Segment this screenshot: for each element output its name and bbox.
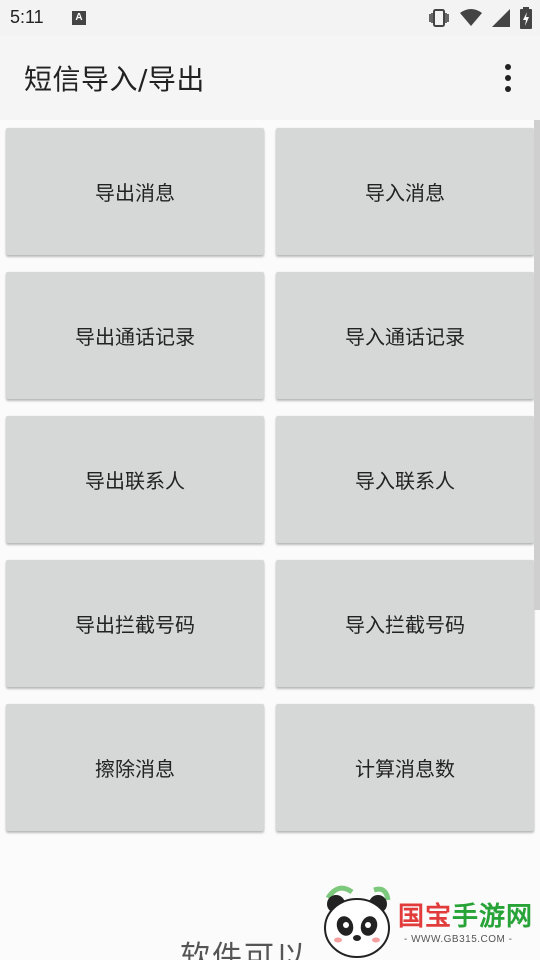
export-blocked-numbers-button[interactable]: 导出拦截号码: [6, 560, 264, 687]
page-title: 短信导入/导出: [24, 63, 205, 96]
scrollbar[interactable]: [534, 120, 540, 610]
wifi-icon: [460, 9, 482, 26]
watermark-brand-part1: 国宝: [398, 902, 453, 932]
export-messages-button[interactable]: 导出消息: [6, 128, 264, 255]
vibrate-icon: [429, 9, 449, 27]
watermark-logo: 国宝手游网 - WWW.GB315.COM -: [318, 884, 540, 960]
footer-text: 软件可以: [180, 940, 308, 960]
app-bar: 短信导入/导出: [0, 36, 540, 120]
signal-icon: [492, 9, 510, 27]
import-call-log-button[interactable]: 导入通话记录: [276, 272, 534, 399]
import-contacts-button[interactable]: 导入联系人: [276, 416, 534, 543]
export-contacts-button[interactable]: 导出联系人: [6, 416, 264, 543]
erase-messages-button[interactable]: 擦除消息: [6, 704, 264, 831]
watermark-brand: 国宝手游网: [398, 896, 533, 933]
import-blocked-numbers-button[interactable]: 导入拦截号码: [276, 560, 534, 687]
battery-icon: [520, 7, 532, 29]
watermark-url: - WWW.GB315.COM -: [404, 934, 513, 945]
status-icons: [428, 6, 532, 30]
watermark-brand-part2: 手游网: [452, 902, 534, 932]
count-messages-button[interactable]: 计算消息数: [276, 704, 534, 831]
main-content[interactable]: 导出消息 导入消息 导出通话记录 导入通话记录 导出联系人 导入联系人 导出拦截…: [0, 120, 540, 960]
import-messages-button[interactable]: 导入消息: [276, 128, 534, 255]
export-call-log-button[interactable]: 导出通话记录: [6, 272, 264, 399]
action-button-grid: 导出消息 导入消息 导出通话记录 导入通话记录 导出联系人 导入联系人 导出拦截…: [6, 128, 534, 831]
overflow-menu-icon[interactable]: [490, 58, 526, 98]
status-bar: 5:11 A: [0, 0, 540, 36]
notification-badge-icon: A: [72, 11, 86, 25]
status-time: 5:11: [10, 7, 44, 27]
panda-mascot-icon: [324, 885, 391, 958]
